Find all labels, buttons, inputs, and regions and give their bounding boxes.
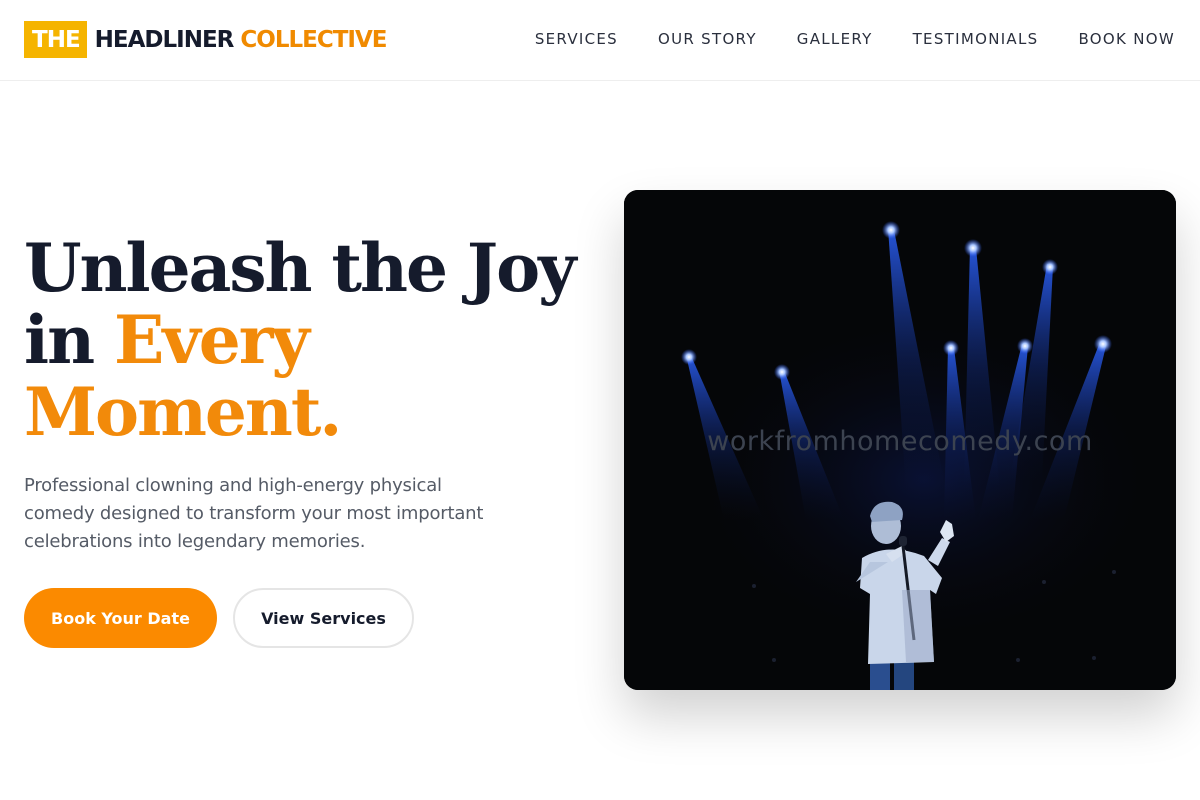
hero-title-line3: Moment. <box>24 373 342 451</box>
image-watermark: workfromhomecomedy.com <box>707 426 1093 457</box>
hero-title-line2b: Every <box>114 301 310 379</box>
logo-collective: COLLECTIVE <box>240 26 387 53</box>
brand-logo[interactable]: THE HEADLINER COLLECTIVE <box>24 21 388 58</box>
logo-the: THE <box>24 21 87 58</box>
hero-title-line2a: in <box>24 301 95 379</box>
view-services-button[interactable]: View Services <box>233 588 414 648</box>
nav-our-story[interactable]: OUR STORY <box>658 29 757 49</box>
hero-image: workfromhomecomedy.com <box>624 190 1176 690</box>
main-nav: SERVICES OUR STORY GALLERY TESTIMONIALS … <box>495 29 1175 49</box>
hero-title: Unleash the Joy in Every Moment. <box>24 232 584 448</box>
hero-subtitle: Professional clowning and high-energy ph… <box>24 475 484 552</box>
hero-title-line1: Unleash the Joy <box>24 229 577 307</box>
nav-testimonials[interactable]: TESTIMONIALS <box>913 29 1039 49</box>
nav-services[interactable]: SERVICES <box>535 29 618 49</box>
book-your-date-button[interactable]: Book Your Date <box>24 588 217 648</box>
site-header: THE HEADLINER COLLECTIVE SERVICES OUR ST… <box>0 0 1200 81</box>
logo-headliner: HEADLINER <box>94 26 235 53</box>
nav-book-now[interactable]: BOOK NOW <box>1078 29 1175 49</box>
nav-gallery[interactable]: GALLERY <box>797 29 873 49</box>
